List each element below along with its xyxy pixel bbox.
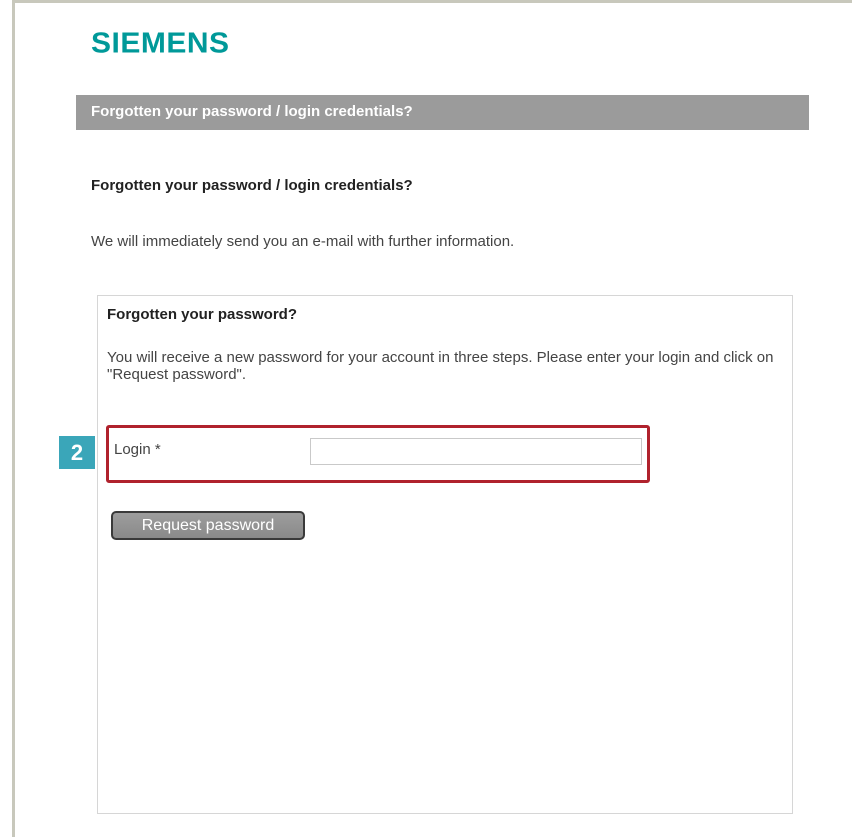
login-label: Login * (114, 441, 161, 458)
panel-title: Forgotten your password? (107, 306, 298, 323)
page-header-bar: Forgotten your password / login credenti… (76, 95, 809, 130)
panel-description: You will receive a new password for your… (107, 349, 774, 383)
intro-text: We will immediately send you an e-mail w… (91, 233, 515, 250)
frame-left-border (12, 0, 15, 837)
step-number-badge: 2 (59, 436, 95, 469)
frame-top-border (12, 0, 852, 3)
siemens-logo: SIEMENS (91, 28, 230, 60)
section-title: Forgotten your password / login credenti… (91, 177, 413, 194)
login-input[interactable] (310, 438, 642, 465)
request-password-button[interactable]: Request password (111, 511, 305, 540)
